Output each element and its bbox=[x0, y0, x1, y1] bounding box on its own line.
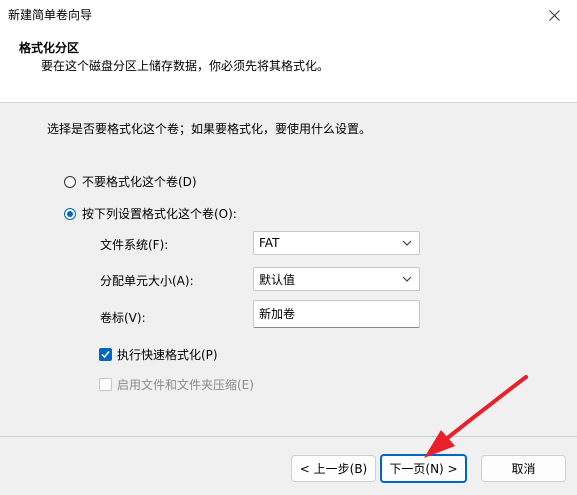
compression-option: 启用文件和文件夹压缩(E) bbox=[99, 376, 254, 393]
checkmark-icon bbox=[101, 351, 110, 359]
instruction-text: 选择是否要格式化这个卷；如果要格式化，要使用什么设置。 bbox=[47, 122, 372, 136]
page-subtitle: 要在这个磁盘分区上储存数据，你必须先将其格式化。 bbox=[41, 59, 330, 73]
window-title: 新建简单卷向导 bbox=[8, 8, 93, 22]
radio-format[interactable]: 按下列设置格式化这个卷(O): bbox=[64, 205, 237, 222]
chevron-down-icon bbox=[402, 276, 412, 282]
back-button[interactable]: < 上一步(B) bbox=[291, 455, 376, 482]
close-icon bbox=[548, 9, 560, 21]
cancel-button[interactable]: 取消 bbox=[481, 455, 566, 482]
radio-button-unselected[interactable] bbox=[64, 175, 76, 188]
radio-no-format[interactable]: 不要格式化这个卷(D) bbox=[64, 173, 197, 190]
allocation-label: 分配单元大小(A): bbox=[100, 274, 194, 288]
radio-no-format-label: 不要格式化这个卷(D) bbox=[82, 175, 197, 189]
radio-button-selected[interactable] bbox=[64, 207, 76, 220]
title-bar: 新建简单卷向导 bbox=[0, 0, 577, 30]
quick-format-option[interactable]: 执行快速格式化(P) bbox=[99, 346, 218, 363]
volume-label-label: 卷标(V): bbox=[100, 311, 146, 325]
compression-checkbox bbox=[99, 378, 112, 391]
chevron-down-icon bbox=[402, 240, 412, 246]
compression-label: 启用文件和文件夹压缩(E) bbox=[117, 378, 254, 392]
volume-label-input[interactable]: 新加卷 bbox=[253, 300, 420, 328]
volume-label-value: 新加卷 bbox=[259, 307, 296, 321]
page-title: 格式化分区 bbox=[19, 41, 80, 55]
allocation-dropdown[interactable]: 默认值 bbox=[253, 267, 420, 291]
radio-format-label: 按下列设置格式化这个卷(O): bbox=[82, 207, 237, 221]
filesystem-value: FAT bbox=[259, 236, 280, 250]
allocation-value: 默认值 bbox=[259, 272, 296, 287]
quick-format-checkbox[interactable] bbox=[99, 348, 112, 361]
close-button[interactable] bbox=[531, 0, 577, 30]
quick-format-label: 执行快速格式化(P) bbox=[117, 348, 218, 362]
next-button[interactable]: 下一页(N) > bbox=[380, 454, 467, 483]
wizard-header: 格式化分区 要在这个磁盘分区上储存数据，你必须先将其格式化。 bbox=[0, 30, 577, 103]
filesystem-label: 文件系统(F): bbox=[100, 238, 169, 252]
filesystem-dropdown[interactable]: FAT bbox=[253, 231, 420, 255]
